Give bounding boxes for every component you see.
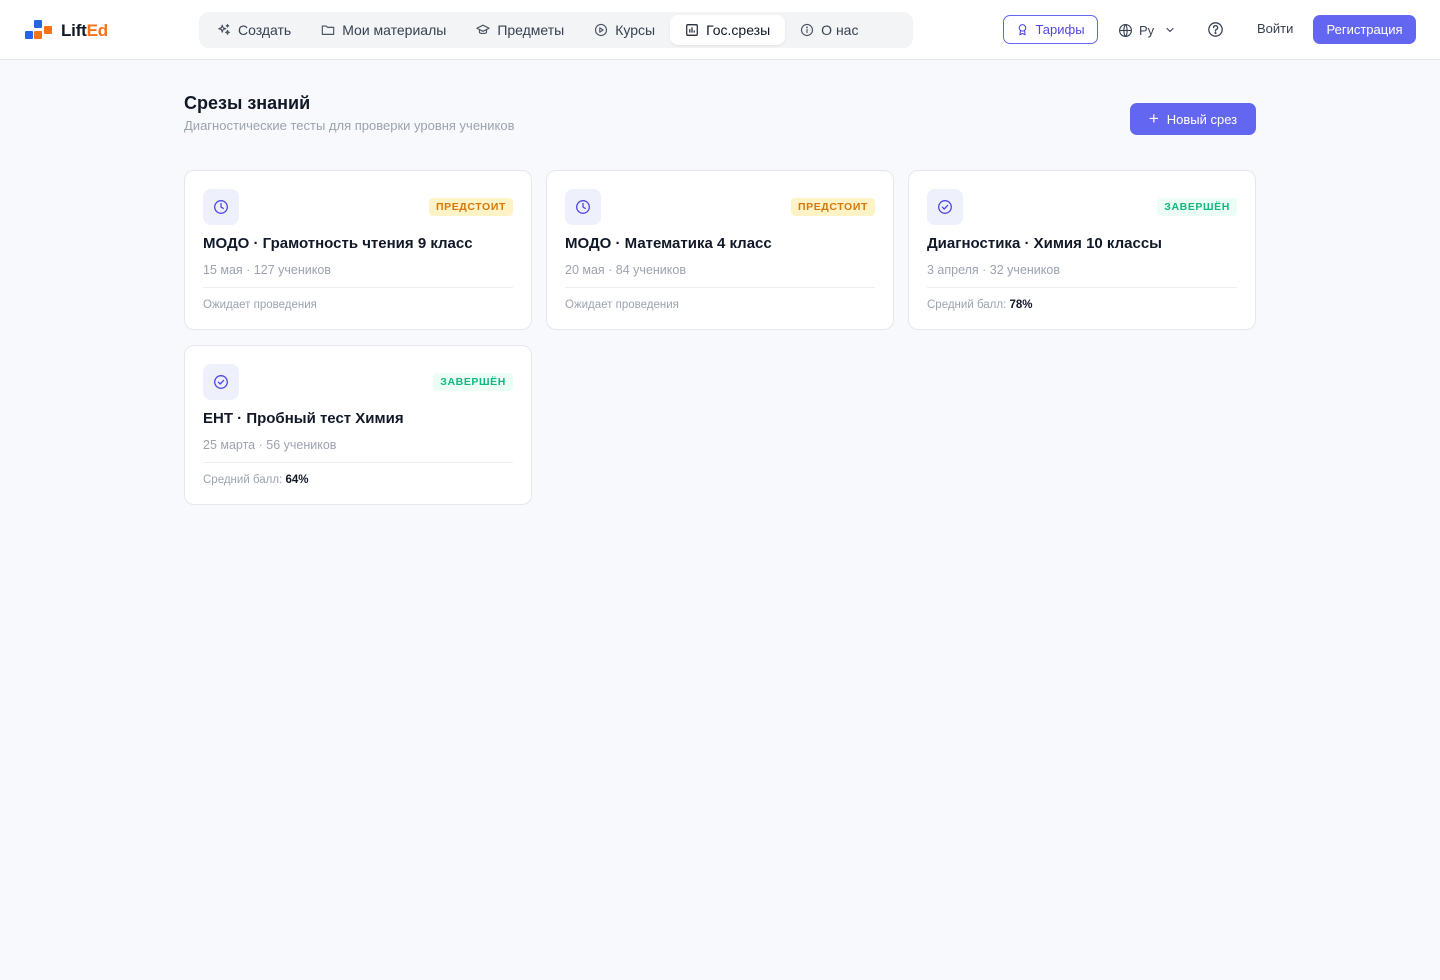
card-meta: 25 марта · 56 учеников [203,438,337,452]
card-footer: Ожидает проведения [565,299,679,311]
new-srez-label: Новый срез [1166,111,1238,127]
language-selector[interactable]: Ру [1118,18,1176,42]
tariffs-button[interactable]: Тарифы [1003,15,1098,44]
average-score: 78% [1009,299,1033,311]
nav-item-label: Курсы [615,22,656,38]
help-icon[interactable] [1207,21,1224,38]
nav-item-label: Предметы [497,22,565,38]
card-footer-text: Ожидает проведения [565,299,679,311]
chevron-down-icon [1166,27,1174,33]
nav-item-courses[interactable]: Курсы [579,15,670,45]
login-link[interactable]: Войти [1257,21,1293,36]
card-title: МОДО · Математика 4 класс [565,235,772,252]
status-badge: ПРЕДСТОИТ [428,198,513,216]
card-footer-text: Ожидает проведения [203,299,317,311]
card-footer: Средний балл: 64% [203,474,309,486]
nav-item-label: Мои материалы [342,22,447,38]
nav-item-label: Создать [238,22,292,38]
average-score: 64% [285,474,309,486]
nav-item-label: Гос.срезы [706,22,771,38]
graduation-cap-icon [476,24,491,35]
new-srez-button[interactable]: + Новый срез [1130,103,1256,135]
card-divider [203,462,513,463]
card-divider [203,287,513,288]
nav-item-gos-srezy[interactable]: Гос.срезы [670,15,786,45]
card-footer: Средний балл: 78% [927,299,1033,311]
globe-icon [1119,23,1132,37]
nav-item-create[interactable]: Создать [202,15,306,45]
nav-item-my-materials[interactable]: Мои материалы [306,15,461,45]
srez-card[interactable]: ЗАВЕРШЁН Диагностика · Химия 10 классы 3… [908,170,1256,330]
nav-item-label: О нас [821,22,859,38]
main-nav: Создать Мои материалы Предметы Курсы Гос… [199,12,913,48]
card-meta: 20 мая · 84 учеников [565,263,686,277]
card-footer-text: Средний балл: [927,299,1007,311]
card-meta: 15 мая · 127 учеников [203,263,331,277]
bar-chart-icon [686,24,698,36]
sparkles-icon [218,24,230,35]
register-button[interactable]: Регистрация [1313,15,1416,44]
award-icon [1019,24,1027,36]
nav-item-about[interactable]: О нас [785,15,873,45]
play-circle-icon [595,23,608,37]
card-title: МОДО · Грамотность чтения 9 класс [203,235,473,252]
logo-text: LiftEd [61,21,108,40]
nav-item-subjects[interactable]: Предметы [461,15,579,45]
card-title: Диагностика · Химия 10 классы [927,235,1162,252]
card-meta: 3 апреля · 32 учеников [927,263,1060,277]
status-badge: ЗАВЕРШЁН [1157,198,1237,216]
page-subtitle: Диагностические тесты для проверки уровн… [184,118,515,133]
srez-card[interactable]: ПРЕДСТОИТ МОДО · Грамотность чтения 9 кл… [184,170,532,330]
top-bar: LiftEd Создать Мои материалы Предметы Ку… [0,0,1440,60]
plus-icon: + [1148,109,1159,128]
srez-card[interactable]: ПРЕДСТОИТ МОДО · Математика 4 класс 20 м… [546,170,894,330]
card-footer: Ожидает проведения [203,299,317,311]
folder-icon [321,25,335,35]
info-icon [801,23,814,37]
clock-icon [203,189,239,225]
status-badge: ПРЕДСТОИТ [790,198,875,216]
card-divider [927,287,1237,288]
clock-icon [565,189,601,225]
tariffs-label: Тарифы [1035,22,1085,37]
card-title: ЕНТ · Пробный тест Химия [203,410,404,427]
card-divider [565,287,875,288]
status-badge: ЗАВЕРШЁН [433,373,513,391]
page-title: Срезы знаний [184,93,311,113]
check-circle-icon [927,189,963,225]
card-footer-text: Средний балл: [203,474,283,486]
check-circle-icon [203,364,239,400]
logo-mark-icon [25,19,53,43]
logo[interactable]: LiftEd [25,19,108,43]
srez-card[interactable]: ЗАВЕРШЁН ЕНТ · Пробный тест Химия 25 мар… [184,345,532,505]
language-label: Ру [1139,22,1155,38]
